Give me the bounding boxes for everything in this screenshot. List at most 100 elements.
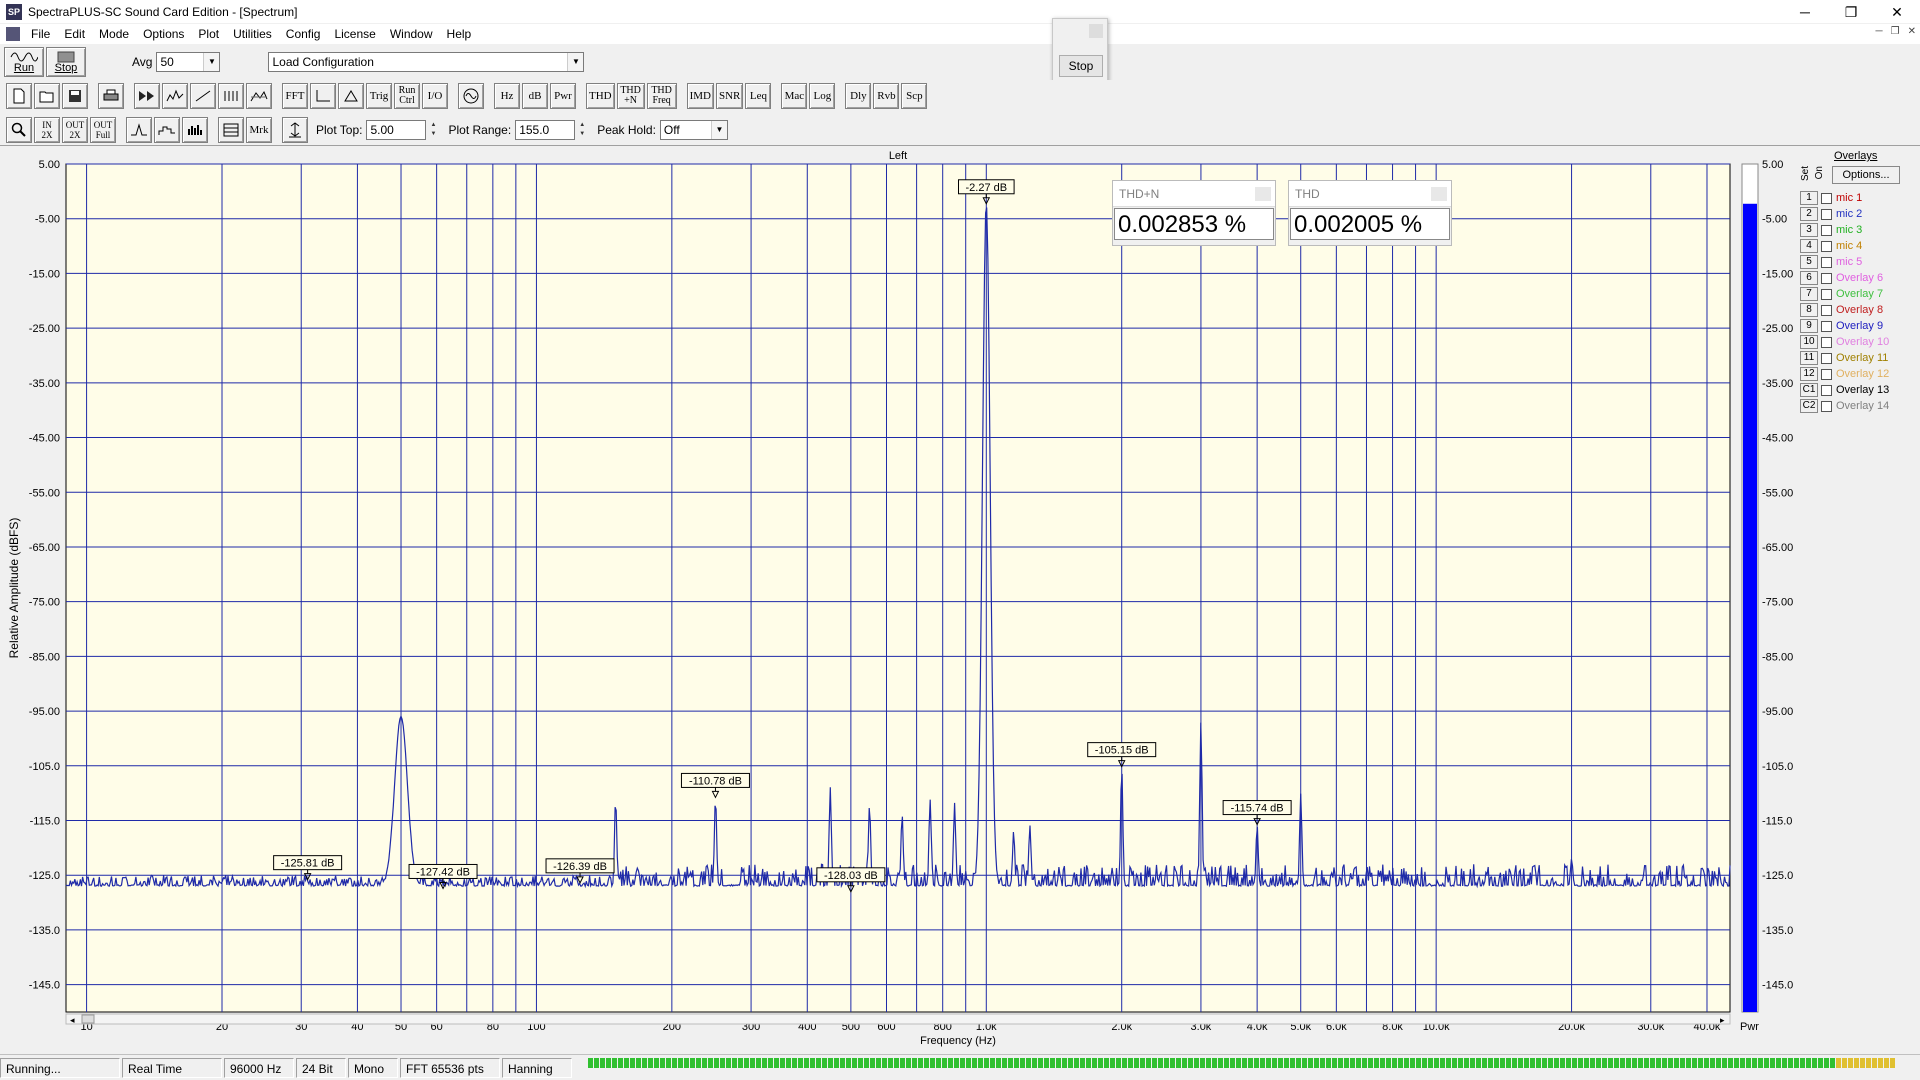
overlay-options-button[interactable]: Options... bbox=[1832, 166, 1900, 184]
overlay-set-button[interactable]: 4 bbox=[1800, 239, 1818, 253]
open-folder-icon[interactable] bbox=[34, 83, 60, 109]
restore-button[interactable]: ❐ bbox=[1828, 0, 1874, 24]
overlay-row[interactable]: 4 mic 4 bbox=[1800, 238, 1862, 254]
menu-help[interactable]: Help bbox=[440, 24, 479, 44]
reverb-button[interactable]: Rvb bbox=[873, 83, 900, 109]
run-button[interactable]: Run bbox=[4, 47, 44, 77]
thd-n-button[interactable]: THD +N bbox=[616, 83, 645, 109]
zoom-out-full-button[interactable]: OUT Full bbox=[90, 116, 116, 143]
menu-options[interactable]: Options bbox=[136, 24, 191, 44]
peak-view-icon[interactable] bbox=[126, 116, 152, 143]
zoom-in-2x-button[interactable]: IN 2X bbox=[34, 116, 60, 143]
overlay-set-button[interactable]: 11 bbox=[1800, 351, 1818, 365]
overlay-checkbox[interactable] bbox=[1821, 224, 1832, 236]
overlay-row[interactable]: C1 Overlay 13 bbox=[1800, 382, 1889, 398]
save-icon[interactable] bbox=[62, 83, 88, 109]
leq-button[interactable]: Leq bbox=[745, 83, 772, 109]
forward-icon[interactable] bbox=[134, 83, 160, 109]
overlay-checkbox[interactable] bbox=[1821, 304, 1832, 316]
trigger-button[interactable]: Trig bbox=[366, 83, 392, 109]
scrollbar-track[interactable] bbox=[65, 1013, 1731, 1025]
io-button[interactable]: I/O bbox=[422, 83, 448, 109]
thd-freq-button[interactable]: THD Freq bbox=[646, 83, 677, 109]
spectrum-plot[interactable]: 5.00 -5.00 -15.00 -25.00 -35.00 -45.00 -55.00 -… bbox=[0, 146, 1800, 1054]
overlay-set-button[interactable]: 10 bbox=[1800, 335, 1818, 349]
close-icon[interactable] bbox=[1089, 24, 1103, 38]
menu-file[interactable]: File bbox=[24, 24, 57, 44]
menu-utilities[interactable]: Utilities bbox=[226, 24, 279, 44]
scrollbar-thumb[interactable] bbox=[81, 1014, 95, 1024]
close-icon[interactable] bbox=[1431, 187, 1447, 201]
floating-stop-button[interactable]: Stop bbox=[1059, 55, 1103, 77]
overlay-row[interactable]: 10 Overlay 10 bbox=[1800, 334, 1889, 350]
bar-view-icon[interactable] bbox=[182, 116, 208, 143]
chevron-down-icon[interactable]: ▼ bbox=[567, 53, 584, 71]
new-file-icon[interactable] bbox=[6, 83, 32, 109]
overlay-set-button[interactable]: 12 bbox=[1800, 367, 1818, 381]
marker-button[interactable]: Mrk bbox=[246, 116, 272, 143]
overlay-row[interactable]: 11 Overlay 11 bbox=[1800, 350, 1888, 366]
overlay-row[interactable]: 1 mic 1 bbox=[1800, 190, 1862, 206]
mdi-minimize-icon[interactable]: ─ bbox=[1876, 26, 1883, 37]
overlay-set-button[interactable]: 7 bbox=[1800, 287, 1818, 301]
overlay-checkbox[interactable] bbox=[1821, 336, 1832, 348]
overlay-set-button[interactable]: C1 bbox=[1800, 383, 1818, 397]
plot-range-input[interactable]: 155.0 ▲ ▼ bbox=[515, 119, 585, 140]
macro-button[interactable]: Mac bbox=[781, 83, 808, 109]
overlay-checkbox[interactable] bbox=[1821, 240, 1832, 252]
menu-window[interactable]: Window bbox=[383, 24, 440, 44]
overlay-row[interactable]: 9 Overlay 9 bbox=[1800, 318, 1883, 334]
overlay-set-button[interactable]: C2 bbox=[1800, 399, 1818, 413]
chevron-down-icon[interactable]: ▼ bbox=[710, 120, 727, 139]
scope-button[interactable]: Scp bbox=[901, 83, 928, 109]
overlay-checkbox[interactable] bbox=[1821, 352, 1832, 364]
overlay-row[interactable]: C2 Overlay 14 bbox=[1800, 398, 1889, 414]
overlay-checkbox[interactable] bbox=[1821, 272, 1832, 284]
chevron-down-icon[interactable]: ▼ bbox=[203, 53, 220, 71]
document-icon[interactable] bbox=[6, 27, 20, 41]
plot-top-input[interactable]: 5.00 ▲ ▼ bbox=[366, 119, 436, 140]
spectrum-view-icon[interactable] bbox=[162, 83, 188, 109]
fft-button[interactable]: FFT bbox=[282, 83, 308, 109]
trigger-shape-icon[interactable] bbox=[338, 83, 364, 109]
overlay-set-button[interactable]: 1 bbox=[1800, 191, 1818, 205]
grid-settings-icon[interactable] bbox=[218, 116, 244, 143]
overlay-set-button[interactable]: 3 bbox=[1800, 223, 1818, 237]
overlay-row[interactable]: 5 mic 5 bbox=[1800, 254, 1862, 270]
spin-arrows-icon[interactable]: ▲ ▼ bbox=[576, 121, 588, 139]
overlay-row[interactable]: 6 Overlay 6 bbox=[1800, 270, 1883, 286]
mdi-restore-icon[interactable]: ❐ bbox=[1891, 26, 1900, 37]
scroll-left-icon[interactable]: ◂ bbox=[70, 1015, 75, 1025]
delay-button[interactable]: Dly bbox=[845, 83, 872, 109]
thd-button[interactable]: THD bbox=[586, 83, 615, 109]
menu-license[interactable]: License bbox=[327, 24, 382, 44]
avg-combo[interactable]: 50 ▼ bbox=[156, 52, 221, 72]
overlay-checkbox[interactable] bbox=[1821, 208, 1832, 220]
close-icon[interactable] bbox=[1255, 187, 1271, 201]
snr-button[interactable]: SNR bbox=[716, 83, 744, 109]
stop-button[interactable]: Stop bbox=[46, 47, 86, 77]
slope-icon[interactable] bbox=[190, 83, 216, 109]
overlay-checkbox[interactable] bbox=[1821, 368, 1832, 380]
menu-plot[interactable]: Plot bbox=[191, 24, 226, 44]
close-button[interactable]: ✕ bbox=[1874, 0, 1920, 24]
imd-button[interactable]: IMD bbox=[686, 83, 714, 109]
overlay-row[interactable]: 3 mic 3 bbox=[1800, 222, 1862, 238]
menu-config[interactable]: Config bbox=[279, 24, 328, 44]
3d-surface-icon[interactable] bbox=[246, 83, 272, 109]
axis-settings-icon[interactable] bbox=[310, 83, 336, 109]
octave-view-icon[interactable] bbox=[154, 116, 180, 143]
menu-mode[interactable]: Mode bbox=[92, 24, 136, 44]
overlay-set-button[interactable]: 6 bbox=[1800, 271, 1818, 285]
overlay-set-button[interactable]: 5 bbox=[1800, 255, 1818, 269]
plot-scale-icon[interactable] bbox=[282, 116, 308, 143]
spectrogram-icon[interactable] bbox=[218, 83, 244, 109]
signal-generator-icon[interactable] bbox=[458, 83, 484, 109]
print-icon[interactable] bbox=[98, 83, 124, 109]
log-button[interactable]: Log bbox=[809, 83, 836, 109]
overlay-set-button[interactable]: 2 bbox=[1800, 207, 1818, 221]
overlay-checkbox[interactable] bbox=[1821, 384, 1832, 396]
run-ctrl-button[interactable]: Run Ctrl bbox=[394, 83, 420, 109]
thd-n-meter[interactable]: THD+N 0.002853 % bbox=[1112, 180, 1276, 246]
overlay-checkbox[interactable] bbox=[1821, 192, 1832, 204]
